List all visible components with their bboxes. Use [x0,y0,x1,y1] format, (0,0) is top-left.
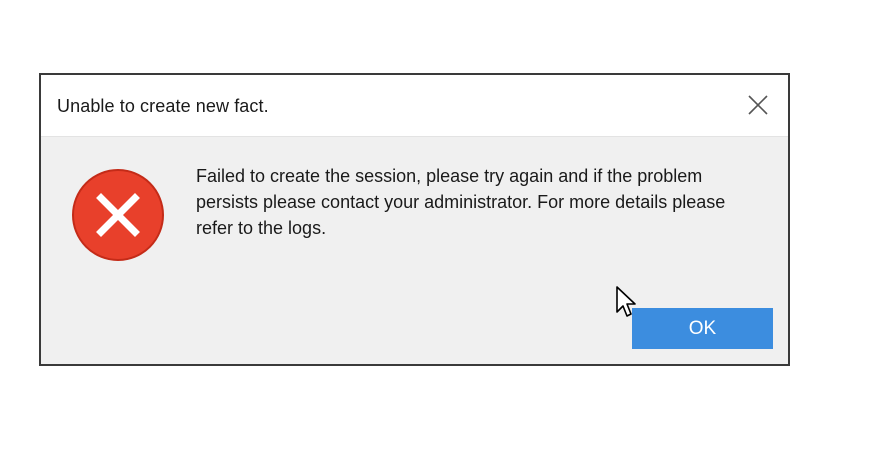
mouse-pointer-icon [616,286,636,317]
close-button[interactable] [738,87,778,123]
dialog-title: Unable to create new fact. [57,96,269,116]
page: Unable to create new fact. Failed to cre… [0,0,895,453]
error-icon [72,169,164,261]
error-message: Failed to create the session, please try… [196,166,726,238]
close-icon [748,95,768,115]
ok-button[interactable]: OK [632,308,773,349]
error-dialog: Unable to create new fact. Failed to cre… [39,73,790,366]
dialog-titlebar: Unable to create new fact. [41,75,788,137]
